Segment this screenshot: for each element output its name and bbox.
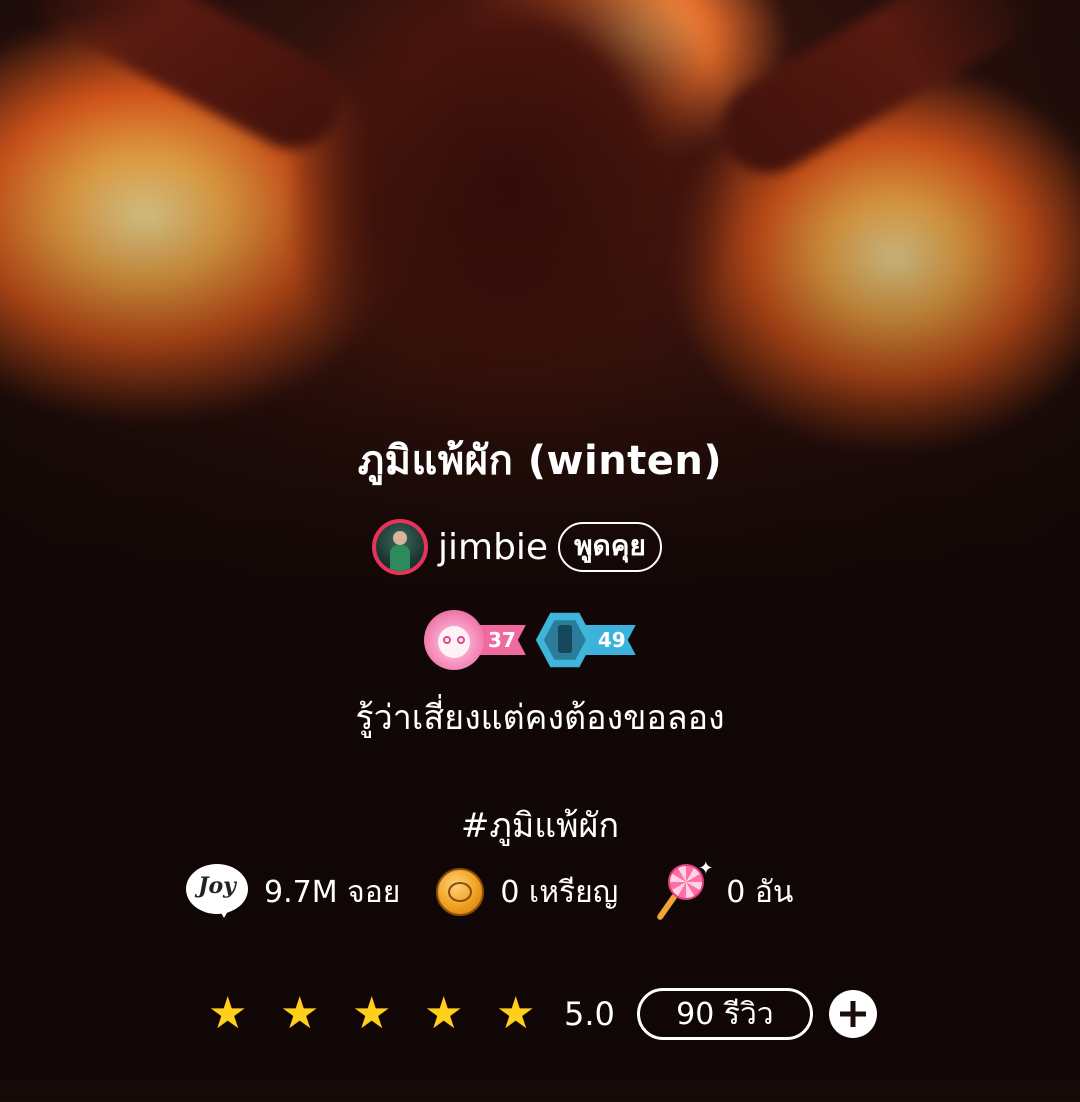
author-name[interactable]: jimbie: [438, 527, 548, 568]
coin-icon: [436, 868, 485, 916]
joy-count: 9.7M จอย: [264, 874, 401, 910]
lollipop-count: 0 อัน: [726, 874, 794, 910]
joy-stat: Joy 9.7M จอย: [186, 864, 400, 920]
author-row: jimbie พูดคุย: [372, 516, 662, 578]
lollipop-stat: ✦ 0 อัน: [654, 858, 794, 922]
author-levels: 37 49: [424, 610, 636, 670]
blue-hexagon-badge-icon: [535, 612, 594, 668]
coin-count: 0 เหรียญ: [500, 874, 619, 910]
star-icon: ★: [352, 988, 392, 1039]
story-info: ภูมิแพ้ผัก (winten) jimbie พูดคุย 37 49: [0, 0, 1080, 1080]
star-icon: ★: [208, 988, 248, 1039]
author-avatar[interactable]: [372, 519, 428, 575]
star-icon: ★: [280, 988, 320, 1039]
star-icon: ★: [496, 988, 536, 1039]
talk-button[interactable]: พูดคุย: [558, 522, 662, 572]
lollipop-icon: ✦: [654, 858, 713, 922]
rating-score: 5.0: [564, 995, 615, 1033]
story-stats: Joy 9.7M จอย 0 เหรียญ ✦ 0 อัน: [186, 858, 829, 922]
story-title: ภูมิแพ้ผัก (winten): [357, 438, 723, 484]
level-badge-pink: 37: [424, 610, 526, 670]
story-hashtag[interactable]: #ภูมิแพ้ผัก: [0, 798, 1080, 852]
rating-row: ★ ★ ★ ★ ★ 5.0 90 รีวิว: [208, 984, 877, 1044]
coin-stat: 0 เหรียญ: [436, 868, 618, 916]
pink-ghost-badge-icon: [424, 610, 484, 670]
reviews-label: 90 รีวิว: [676, 996, 774, 1032]
story-description: รู้ว่าเสี่ยงแต่คงต้องขอลอง: [355, 698, 725, 738]
add-review-plus-icon[interactable]: [828, 990, 877, 1038]
joy-icon: Joy: [186, 864, 248, 920]
star-icon: ★: [424, 988, 464, 1039]
reviews-button[interactable]: 90 รีวิว: [636, 988, 813, 1040]
level-badge-blue: 49: [535, 612, 636, 668]
